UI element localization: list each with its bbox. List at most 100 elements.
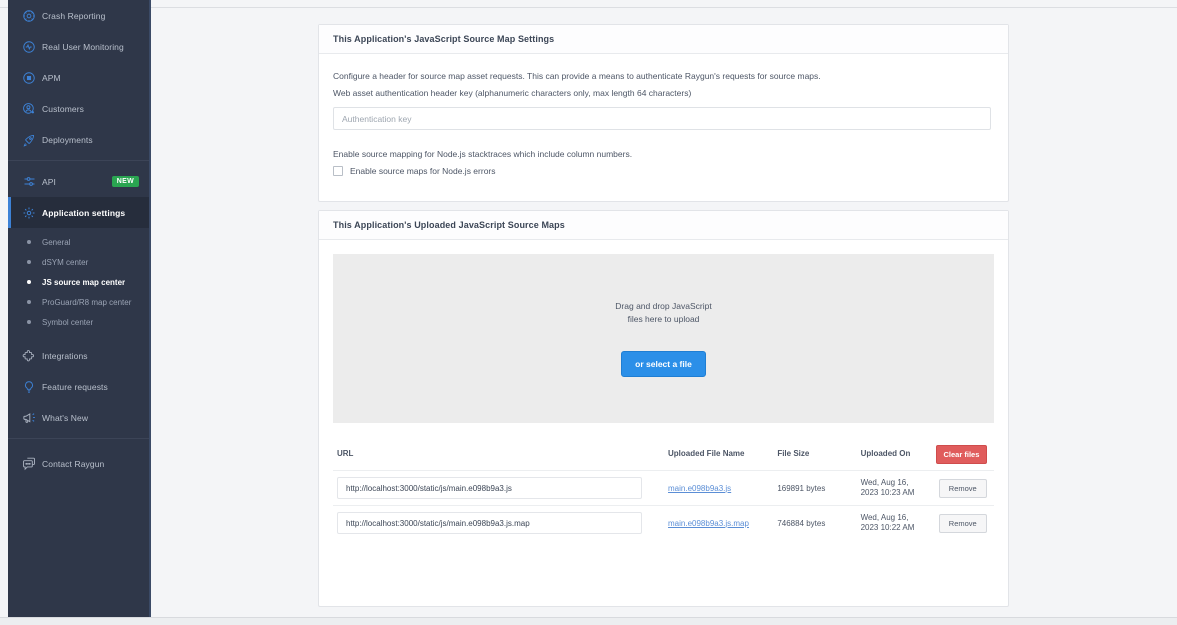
- clear-files-button[interactable]: Clear files: [935, 445, 988, 464]
- card-header: This Application's Uploaded JavaScript S…: [319, 211, 1008, 240]
- bullet-icon: [16, 280, 42, 284]
- sidebar-subitem-general[interactable]: General: [8, 232, 149, 252]
- remove-button-row-2[interactable]: Remove: [938, 513, 987, 533]
- pulse-icon: [16, 36, 42, 58]
- table-row: http://localhost:3000/static/js/main.e09…: [333, 505, 994, 540]
- sidebar-item-label: Deployments: [42, 134, 93, 145]
- sidebar-item-label: Crash Reporting: [42, 10, 106, 21]
- select-file-button[interactable]: or select a file: [621, 351, 706, 377]
- customers-person-icon: [16, 98, 42, 120]
- sidebar-subitem-dsym-center[interactable]: dSYM center: [8, 252, 149, 272]
- puzzle-icon: [16, 345, 42, 367]
- chat-bubbles-icon: [16, 453, 42, 475]
- sidebar-item-label: Integrations: [42, 350, 88, 361]
- node-source-map-description: Enable source mapping for Node.js stackt…: [333, 149, 633, 159]
- uploaded-files-table-wrap: URL Uploaded File Name File Size Uploade…: [333, 445, 994, 540]
- sidebar-item-integrations[interactable]: Integrations: [8, 340, 149, 371]
- sidebar-item-feature-requests[interactable]: Feature requests: [8, 371, 149, 402]
- sidebar-subitem-label: Symbol center: [42, 317, 94, 327]
- app-root: Crash Reporting Real User Monitoring APM: [0, 0, 1177, 625]
- sidebar-subitem-js-source-map-center[interactable]: JS source map center: [8, 272, 149, 292]
- cell-url: http://localhost:3000/static/js/main.e09…: [333, 470, 665, 506]
- sidebar-subitem-label: General: [42, 237, 71, 247]
- cell-actions: Remove: [931, 505, 994, 540]
- sidebar-subitem-label: ProGuard/R8 map center: [42, 297, 132, 307]
- sidebar-item-api[interactable]: API NEW: [8, 166, 149, 197]
- node-source-maps-checkbox[interactable]: [333, 166, 343, 176]
- sidebar-divider-2: [8, 438, 149, 439]
- sidebar-item-real-user-monitoring[interactable]: Real User Monitoring: [8, 31, 149, 62]
- sidebar-item-whats-new[interactable]: What's New: [8, 402, 149, 433]
- sidebar-item-deployments[interactable]: Deployments: [8, 124, 149, 155]
- sidebar-item-label: Real User Monitoring: [42, 41, 124, 52]
- uploaded-source-maps-card: This Application's Uploaded JavaScript S…: [318, 210, 1009, 607]
- rocket-icon: [16, 129, 42, 151]
- sidebar-item-application-settings[interactable]: Application settings: [8, 197, 149, 228]
- new-badge: NEW: [111, 176, 139, 187]
- table-body: http://localhost:3000/static/js/main.e09…: [333, 470, 994, 540]
- bottom-chrome-strip: [0, 617, 1177, 625]
- megaphone-icon: [16, 407, 42, 429]
- source-map-settings-card: This Application's JavaScript Source Map…: [318, 24, 1009, 202]
- clear-files-cell: Clear files: [932, 445, 994, 471]
- sidebar-item-customers[interactable]: Customers: [8, 93, 149, 124]
- settings-description: Configure a header for source map asset …: [333, 71, 821, 81]
- cell-filesize: 169891 bytes: [773, 470, 857, 506]
- uploaded-files-table: URL Uploaded File Name File Size Uploade…: [333, 445, 994, 540]
- main-content: This Application's JavaScript Source Map…: [153, 9, 1177, 617]
- column-header-uploaded-on: Uploaded On: [860, 449, 911, 458]
- sidebar-item-label: Customers: [42, 103, 84, 114]
- top-chrome-strip: [0, 0, 1177, 8]
- card-title: This Application's JavaScript Source Map…: [333, 34, 555, 44]
- card-body: Configure a header for source map asset …: [319, 54, 1008, 190]
- bullet-icon: [16, 320, 42, 324]
- bullet-icon: [16, 240, 42, 244]
- sidebar-item-label: API: [42, 176, 57, 187]
- gear-icon: [16, 202, 42, 224]
- bullet-icon: [16, 260, 42, 264]
- lightbulb-icon: [16, 376, 42, 398]
- sidebar-subitem-label: JS source map center: [42, 277, 126, 287]
- sidebar-item-contact-raygun[interactable]: Contact Raygun: [8, 448, 149, 479]
- sidebar-subitem-symbol-center[interactable]: Symbol center: [8, 312, 149, 332]
- apm-chart-icon: [16, 67, 42, 89]
- api-nodes-icon: [16, 171, 42, 193]
- sidebar-divider-1: [8, 160, 149, 161]
- cell-uploaded-on: Wed, Aug 16, 2023 10:23 AM: [856, 470, 932, 506]
- sidebar-item-apm[interactable]: APM: [8, 62, 149, 93]
- dropzone-line-2: files here to upload: [627, 314, 700, 324]
- dropzone-line-1: Drag and drop JavaScript: [615, 301, 712, 311]
- column-header-url: URL: [337, 449, 354, 458]
- sidebar-item-crash-reporting[interactable]: Crash Reporting: [8, 0, 149, 31]
- sidebar-item-label: Application settings: [42, 207, 126, 218]
- node-source-maps-checkbox-label: Enable source maps for Node.js errors: [350, 166, 496, 176]
- card-title: This Application's Uploaded JavaScript S…: [333, 220, 565, 230]
- table-row: http://localhost:3000/static/js/main.e09…: [333, 470, 994, 506]
- cell-filename: main.e098b9a3.js: [664, 470, 774, 506]
- bullet-icon: [16, 300, 42, 304]
- column-header-filename: Uploaded File Name: [668, 449, 745, 458]
- crash-bug-icon: [16, 5, 42, 27]
- cell-filesize: 746884 bytes: [773, 505, 857, 540]
- remove-button-row-1[interactable]: Remove: [938, 478, 987, 498]
- card-header: This Application's JavaScript Source Map…: [319, 25, 1008, 54]
- auth-field-label: Web asset authentication header key (alp…: [333, 88, 692, 98]
- cell-actions: Remove: [931, 470, 994, 506]
- sidebar-item-label: Feature requests: [42, 381, 108, 392]
- url-input-row-1[interactable]: http://localhost:3000/static/js/main.e09…: [337, 477, 642, 499]
- node-source-maps-checkbox-row[interactable]: Enable source maps for Node.js errors: [333, 166, 994, 176]
- table-head: URL Uploaded File Name File Size Uploade…: [333, 445, 994, 471]
- file-dropzone[interactable]: Drag and drop JavaScript files here to u…: [333, 254, 994, 423]
- sidebar-subitem-label: dSYM center: [42, 257, 89, 267]
- file-link-row-2[interactable]: main.e098b9a3.js.map: [668, 519, 749, 528]
- file-link-row-1[interactable]: main.e098b9a3.js: [668, 484, 731, 493]
- authentication-key-input[interactable]: [333, 107, 991, 130]
- sidebar: Crash Reporting Real User Monitoring APM: [8, 0, 151, 617]
- cell-filename: main.e098b9a3.js.map: [664, 505, 774, 540]
- sidebar-item-label: APM: [42, 72, 61, 83]
- url-input-row-2[interactable]: http://localhost:3000/static/js/main.e09…: [337, 512, 642, 534]
- sidebar-item-label: Contact Raygun: [42, 458, 105, 469]
- sidebar-subitem-proguard-r8-map-center[interactable]: ProGuard/R8 map center: [8, 292, 149, 312]
- cell-url: http://localhost:3000/static/js/main.e09…: [333, 505, 665, 540]
- cell-uploaded-on: Wed, Aug 16, 2023 10:22 AM: [856, 505, 932, 540]
